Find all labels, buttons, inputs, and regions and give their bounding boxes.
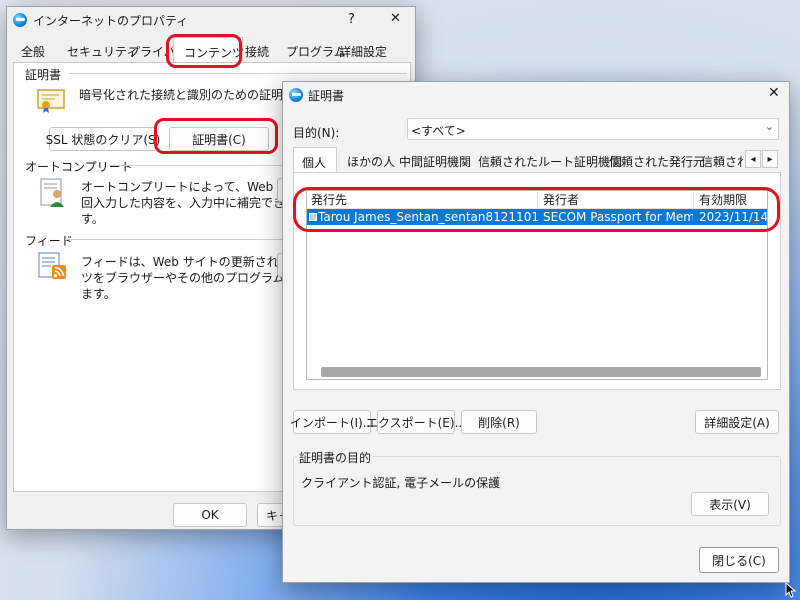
certificate-purpose-label: 証明書の目的	[297, 449, 374, 466]
feed-description-line3: ます。	[81, 287, 116, 301]
certificates-dialog: 証明書 ✕ 目的(N): <すべて> ⌄ 個人 ほかの人 中間証明機関 信頼され…	[282, 81, 790, 583]
highlight-tab-content	[166, 34, 242, 68]
highlight-certificates-button	[154, 118, 278, 154]
certificate-icon	[37, 87, 65, 113]
tab-general[interactable]: 全般	[21, 43, 45, 60]
close-button[interactable]: 閉じる(C)	[699, 547, 779, 573]
chevron-down-icon: ⌄	[764, 120, 774, 133]
tab-personal[interactable]: 個人	[293, 147, 337, 173]
highlight-certificate-row	[293, 187, 780, 232]
tab-scroll-left-button[interactable]: ◂	[745, 150, 761, 168]
view-button[interactable]: 表示(V)	[691, 492, 769, 516]
feed-icon	[37, 251, 69, 281]
certificate-group-label: 証明書	[25, 68, 62, 82]
autocomplete-description-line3: す。	[81, 212, 104, 226]
import-button[interactable]: インポート(I)...	[290, 410, 374, 434]
remove-button[interactable]: 削除(R)	[461, 410, 537, 434]
purpose-label: 目的(N):	[293, 126, 340, 140]
tab-untrusted-publishers[interactable]: 信頼され	[701, 153, 743, 170]
purpose-dropdown[interactable]: <すべて> ⌄	[407, 118, 779, 140]
export-button[interactable]: エクスポート(E)...	[366, 410, 466, 434]
dialog-title: 証明書	[308, 89, 345, 103]
purpose-value: <すべて>	[411, 124, 466, 138]
internet-explorer-icon	[13, 13, 27, 27]
clear-ssl-state-button[interactable]: SSL 状態のクリア(S)	[46, 127, 160, 151]
tab-scroll-right-button[interactable]: ▸	[762, 150, 778, 168]
autocomplete-group-label: オートコンプリート	[25, 160, 133, 174]
tab-connections[interactable]: 接続	[245, 43, 269, 60]
tab-trusted-root-ca[interactable]: 信頼されたルート証明機関	[478, 153, 622, 170]
close-icon[interactable]: ✕	[390, 11, 401, 26]
tab-other-people[interactable]: ほかの人	[347, 153, 395, 170]
internet-explorer-icon	[289, 88, 303, 102]
certificate-purpose-text: クライアント認証, 電子メールの保護	[301, 476, 501, 490]
autocomplete-icon	[39, 177, 67, 209]
horizontal-scrollbar[interactable]	[321, 367, 761, 377]
divider	[69, 73, 407, 74]
window-title: インターネットのプロパティ	[33, 14, 189, 28]
close-icon[interactable]: ✕	[768, 85, 780, 101]
advanced-button[interactable]: 詳細設定(A)	[695, 410, 779, 434]
tab-advanced[interactable]: 詳細設定	[339, 43, 387, 60]
tab-intermediate-ca[interactable]: 中間証明機関	[399, 153, 471, 170]
ok-button[interactable]: OK	[173, 503, 247, 527]
help-button[interactable]: ?	[348, 12, 355, 27]
autocomplete-description-line2: 回入力した内容を、入力中に補完できま	[81, 196, 298, 210]
mouse-cursor	[785, 581, 797, 598]
feeds-group-label: フィード	[25, 234, 73, 248]
tab-trusted-publishers[interactable]: 信頼された発行元	[609, 153, 705, 170]
tab-programs[interactable]: プログラム	[286, 43, 346, 60]
